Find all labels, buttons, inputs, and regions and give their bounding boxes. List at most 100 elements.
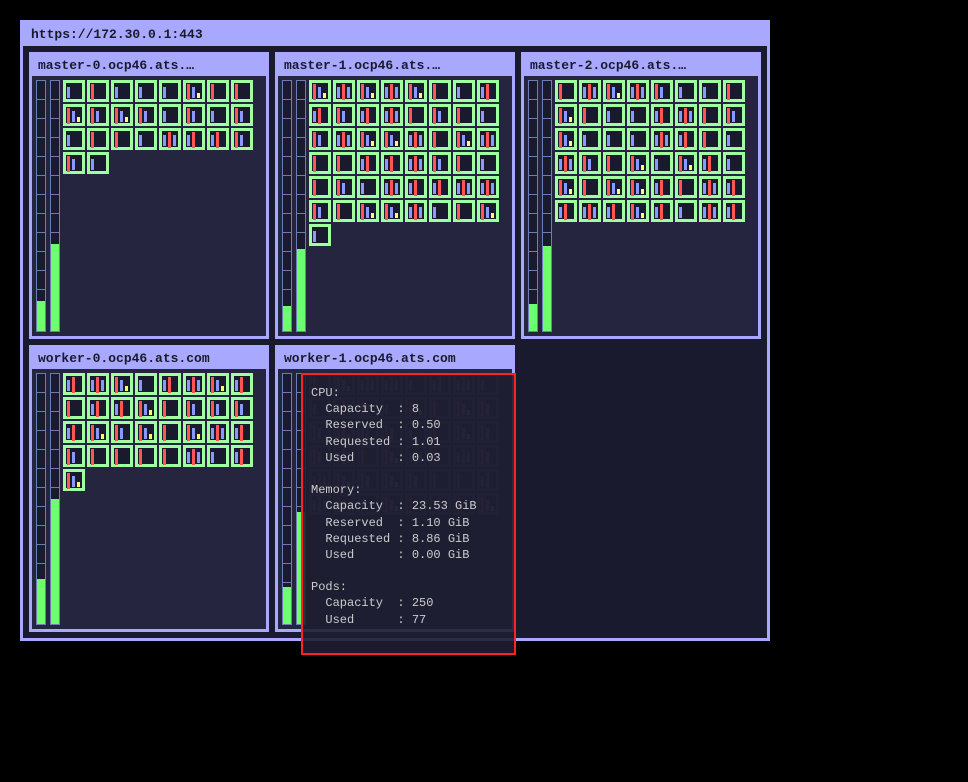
pod[interactable] [603,128,625,150]
mem-gauge[interactable] [296,80,306,332]
pod[interactable] [579,200,601,222]
pod[interactable] [579,128,601,150]
pod[interactable] [135,421,157,443]
node-panel[interactable]: master-0.ocp46.ats.… [29,52,269,339]
pod[interactable] [579,104,601,126]
pod[interactable] [207,445,229,467]
pod[interactable] [453,128,475,150]
pod[interactable] [87,445,109,467]
pod[interactable] [699,128,721,150]
pod[interactable] [603,152,625,174]
pod[interactable] [87,104,109,126]
pod[interactable] [111,80,133,102]
pod[interactable] [453,200,475,222]
pod[interactable] [333,176,355,198]
pod[interactable] [135,80,157,102]
pod[interactable] [555,152,577,174]
pod[interactable] [723,200,745,222]
pod[interactable] [651,128,673,150]
pod[interactable] [627,176,649,198]
pod[interactable] [63,80,85,102]
pod[interactable] [183,128,205,150]
pod[interactable] [429,152,451,174]
pod[interactable] [603,176,625,198]
pod[interactable] [183,80,205,102]
pod[interactable] [135,373,157,395]
pod[interactable] [675,200,697,222]
pod[interactable] [231,80,253,102]
pod[interactable] [477,128,499,150]
pod[interactable] [309,224,331,246]
pod[interactable] [453,104,475,126]
pod[interactable] [63,445,85,467]
node-panel[interactable]: worker-0.ocp46.ats.com [29,345,269,632]
pod[interactable] [333,104,355,126]
pod[interactable] [135,397,157,419]
pod[interactable] [381,152,403,174]
pod[interactable] [675,80,697,102]
pod[interactable] [405,152,427,174]
pod[interactable] [381,200,403,222]
pod[interactable] [309,176,331,198]
pod[interactable] [87,373,109,395]
pod[interactable] [723,104,745,126]
pod[interactable] [309,200,331,222]
pod[interactable] [63,421,85,443]
pod[interactable] [723,152,745,174]
mem-gauge[interactable] [542,80,552,332]
cpu-gauge[interactable] [282,373,292,625]
pod[interactable] [357,176,379,198]
pod[interactable] [723,176,745,198]
pod[interactable] [453,80,475,102]
pod[interactable] [63,104,85,126]
pod[interactable] [135,445,157,467]
pod[interactable] [603,104,625,126]
pod[interactable] [429,200,451,222]
pod[interactable] [63,152,85,174]
pod[interactable] [555,80,577,102]
pod[interactable] [309,152,331,174]
pod[interactable] [675,128,697,150]
pod[interactable] [231,128,253,150]
pod[interactable] [603,200,625,222]
node-panel[interactable]: master-2.ocp46.ats.… [521,52,761,339]
pod[interactable] [357,152,379,174]
pod[interactable] [87,421,109,443]
pod[interactable] [429,104,451,126]
mem-gauge[interactable] [50,373,60,625]
pod[interactable] [405,104,427,126]
pod[interactable] [87,397,109,419]
pod[interactable] [135,104,157,126]
pod[interactable] [429,128,451,150]
pod[interactable] [87,128,109,150]
pod[interactable] [183,445,205,467]
mem-gauge[interactable] [50,80,60,332]
pod[interactable] [63,373,85,395]
pod[interactable] [333,200,355,222]
pod[interactable] [555,104,577,126]
pod[interactable] [699,104,721,126]
pod[interactable] [333,128,355,150]
pod[interactable] [429,80,451,102]
pod[interactable] [477,104,499,126]
pod[interactable] [357,200,379,222]
pod[interactable] [309,128,331,150]
pod[interactable] [159,104,181,126]
pod[interactable] [477,80,499,102]
pod[interactable] [579,176,601,198]
pod[interactable] [135,128,157,150]
pod[interactable] [405,128,427,150]
pod[interactable] [207,421,229,443]
pod[interactable] [159,421,181,443]
pod[interactable] [651,176,673,198]
pod[interactable] [381,80,403,102]
pod[interactable] [159,373,181,395]
pod[interactable] [429,176,451,198]
pod[interactable] [183,373,205,395]
pod[interactable] [675,176,697,198]
pod[interactable] [183,104,205,126]
cpu-gauge[interactable] [282,80,292,332]
pod[interactable] [231,421,253,443]
pod[interactable] [555,128,577,150]
pod[interactable] [723,80,745,102]
